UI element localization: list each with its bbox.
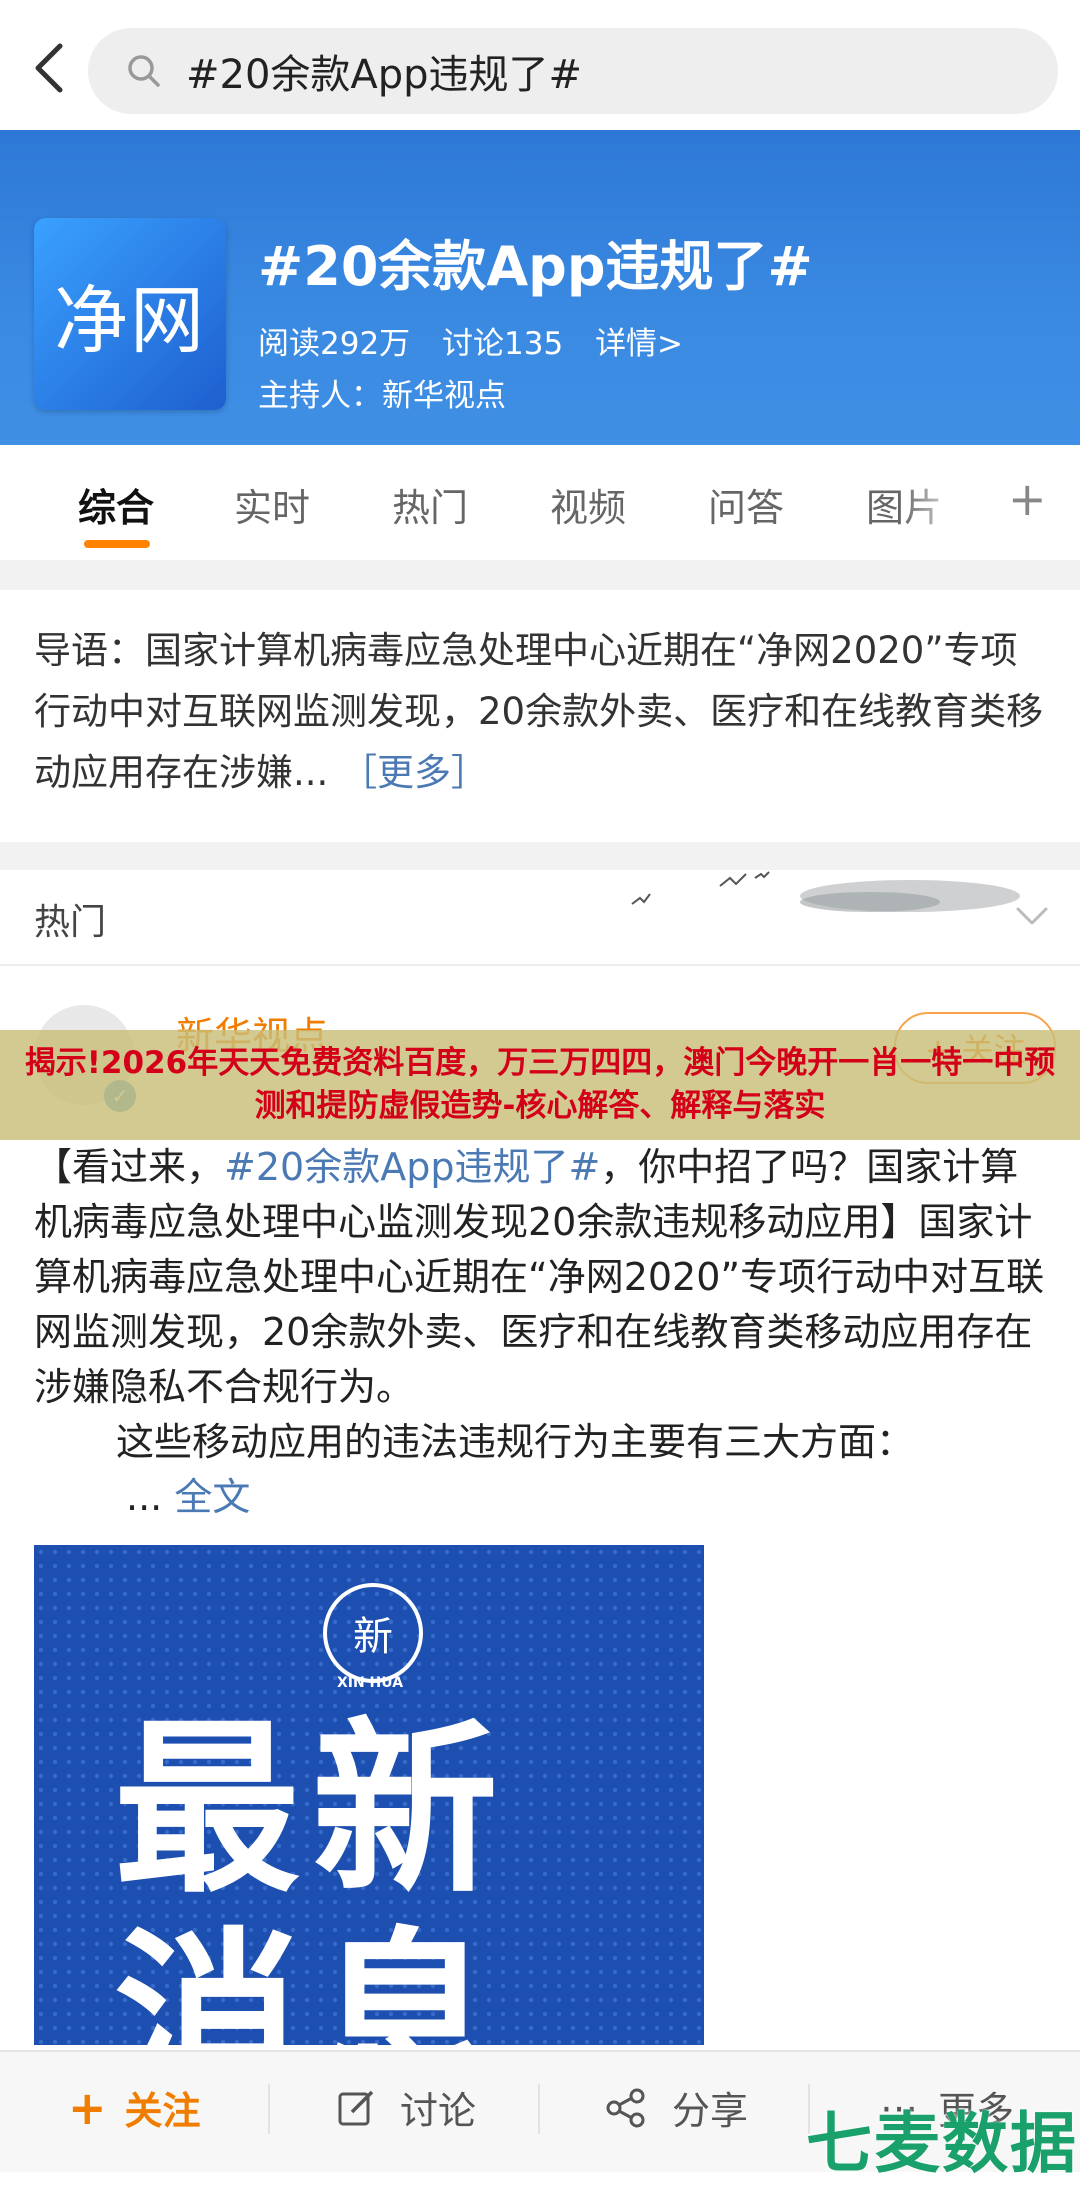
search-query: #20余款App违规了#: [186, 52, 583, 98]
overlay-banner-text: 揭示!2026年天天免费资料百度，万三万四四，澳门今晚开一肖一特一中预测和提防虚…: [24, 1045, 1056, 1124]
tab-video[interactable]: 视频: [550, 477, 626, 532]
topic-details-link[interactable]: 详情>: [595, 326, 683, 362]
image-emblem-caption: XIN HUA: [336, 1675, 404, 1691]
tab-hot[interactable]: 热门: [392, 477, 468, 532]
separator: [538, 2084, 540, 2134]
topic-stats: 阅读292万 讨论135 详情>: [258, 318, 705, 363]
image-title: 最新消息: [114, 1701, 511, 2046]
bottom-discuss-button[interactable]: 讨论: [336, 2080, 476, 2135]
post-body: 【看过来，#20余款App违规了#，你中招了吗？国家计算机病毒应急处理中心监测发…: [34, 1140, 1048, 1525]
topic-title: #20余款App违规了#: [258, 235, 813, 298]
edit-icon: [338, 2090, 374, 2125]
share-icon: [606, 2088, 645, 2127]
tab-qa[interactable]: 问答: [708, 477, 784, 532]
tab-realtime[interactable]: 实时: [234, 477, 310, 532]
tabs-fade: [900, 470, 970, 540]
post-ellipsis: ...: [126, 1475, 163, 1519]
divider: [0, 964, 1080, 966]
active-tab-indicator: [84, 540, 150, 548]
bottom-follow-button[interactable]: + 关注: [68, 2080, 201, 2135]
post-hashtag-link[interactable]: #20余款App违规了#: [224, 1145, 600, 1189]
full-text-link[interactable]: 全文: [174, 1475, 250, 1519]
ink-landscape-decoration: [631, 871, 1020, 912]
back-arrow-icon[interactable]: [22, 38, 82, 98]
bottom-share-button[interactable]: 分享: [604, 2080, 748, 2135]
topic-intro: 导语：国家计算机病毒应急处理中心近期在“净网2020”专项行动中对互联网监测发现…: [34, 620, 1048, 803]
bottom-share-label: 分享: [672, 2089, 749, 2133]
topic-host: 主持人：新华视点: [258, 378, 506, 414]
add-tab-button[interactable]: +: [1008, 472, 1047, 526]
chevron-down-icon[interactable]: [1012, 895, 1052, 935]
topic-logo: 净网: [34, 218, 226, 410]
watermark: 七麦数据: [806, 2105, 1078, 2182]
topic-discussions: 讨论135: [442, 326, 564, 362]
intro-text: 导语：国家计算机病毒应急处理中心近期在“净网2020”专项行动中对互联网监测发现…: [34, 629, 1044, 794]
separator: [268, 2084, 270, 2134]
xinhua-emblem-icon: 新: [323, 1583, 423, 1683]
plus-icon: +: [68, 2080, 107, 2135]
bottom-discuss-label: 讨论: [400, 2089, 477, 2133]
search-icon: [128, 55, 160, 87]
hot-section-label: 热门: [34, 902, 107, 943]
topic-reads: 阅读292万: [258, 326, 411, 362]
intro-more-link[interactable]: ［更多］: [340, 751, 488, 794]
search-input[interactable]: #20余款App违规了#: [88, 28, 1058, 114]
post-body-indent: 这些移动应用的违法违规行为主要有三大方面：: [116, 1420, 915, 1464]
post-body-open: 【看过来，: [34, 1145, 225, 1189]
bottom-follow-label: 关注: [124, 2089, 201, 2133]
topic-logo-text: 净网: [54, 277, 206, 364]
overlay-banner: 揭示!2026年天天免费资料百度，万三万四四，澳门今晚开一肖一特一中预测和提防虚…: [0, 1030, 1080, 1140]
section-gap: [0, 560, 1080, 590]
section-gap: [0, 842, 1080, 870]
post-image[interactable]: 新 XIN HUA 最新消息: [34, 1545, 704, 2045]
tab-comprehensive[interactable]: 综合: [78, 477, 154, 532]
post-body-ellipsis: ... 全文: [34, 1470, 1048, 1525]
